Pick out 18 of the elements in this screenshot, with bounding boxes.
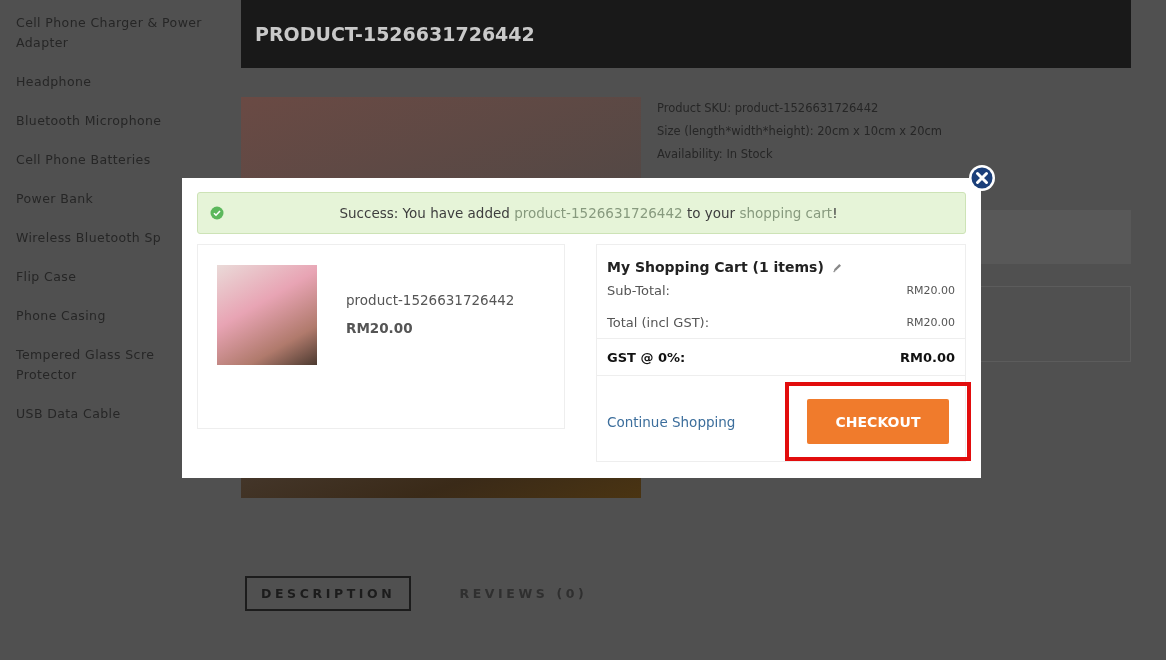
success-message: Success: You have added product-1526631726442 to your shopping cart!: [338, 205, 839, 221]
total-label: Sub-Total:: [607, 283, 670, 299]
checkout-button[interactable]: CHECKOUT: [807, 399, 949, 444]
total-label: Total (incl GST):: [607, 315, 710, 331]
total-value: RM20.00: [906, 316, 955, 330]
total-value: RM0.00: [899, 349, 955, 365]
item-name: product-1526631726442: [346, 292, 515, 308]
pencil-icon[interactable]: [831, 261, 843, 273]
total-value: RM20.00: [906, 284, 955, 298]
check-icon: [210, 206, 224, 220]
cart-title: My Shopping Cart (1 items): [607, 259, 824, 275]
cart-link[interactable]: shopping cart: [739, 205, 833, 221]
item-price: RM20.00: [346, 320, 414, 336]
continue-shopping-link[interactable]: Continue Shopping: [607, 413, 736, 430]
product-title: PRODUCT-1526631726442: [255, 23, 535, 45]
close-icon[interactable]: [968, 164, 996, 192]
total-label: GST @ 0%:: [607, 349, 686, 365]
product-link[interactable]: product-1526631726442: [514, 205, 683, 221]
